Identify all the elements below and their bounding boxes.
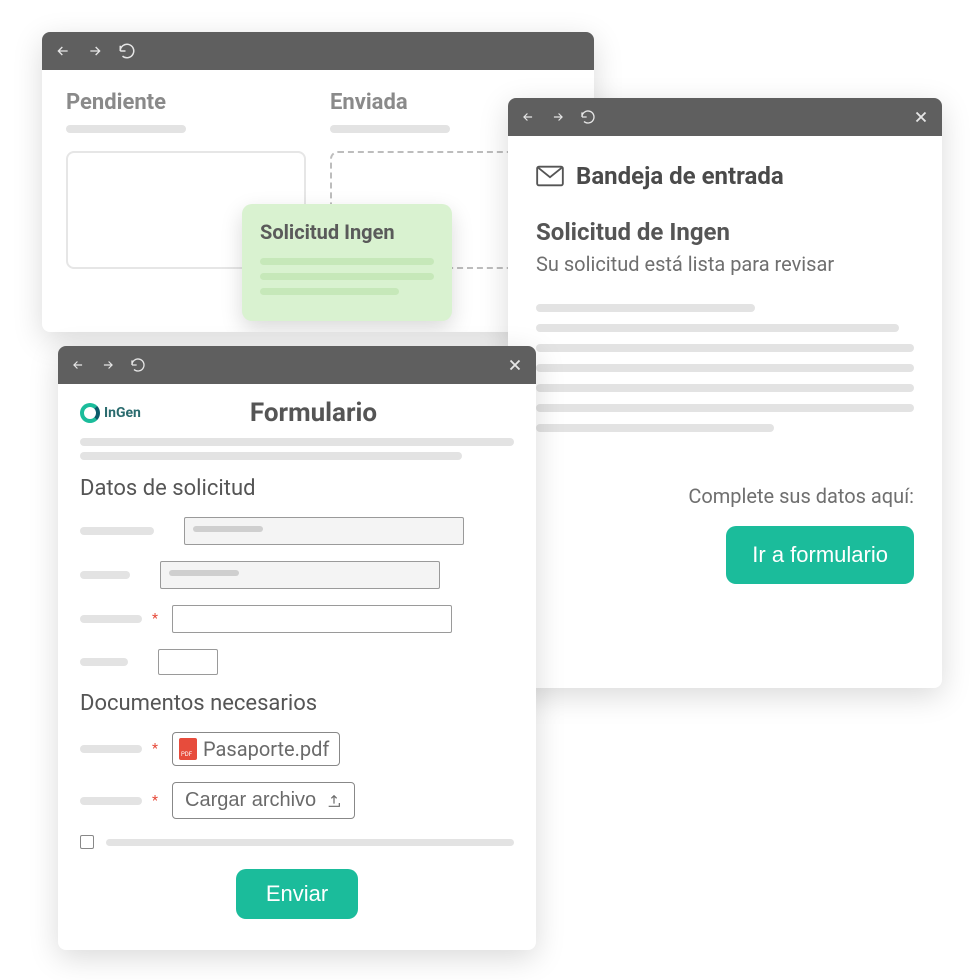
placeholder-line xyxy=(260,258,434,265)
back-icon[interactable] xyxy=(70,358,86,372)
column-title: Pendiente xyxy=(66,90,306,115)
consent-row xyxy=(80,835,514,849)
checkbox[interactable] xyxy=(80,835,94,849)
forward-icon[interactable] xyxy=(86,43,104,59)
placeholder-line xyxy=(330,125,450,133)
form-field-file: * Cargar archivo xyxy=(80,782,514,819)
form-field-file: * Pasaporte.pdf xyxy=(80,732,514,766)
placeholder-line xyxy=(80,438,514,446)
upload-button[interactable]: Cargar archivo xyxy=(172,782,355,819)
brand-logo: InGen xyxy=(80,403,141,423)
text-input[interactable] xyxy=(172,605,452,633)
upload-icon xyxy=(326,793,342,809)
section-request-data: Datos de solicitud xyxy=(80,476,514,501)
refresh-icon[interactable] xyxy=(118,42,136,60)
back-icon[interactable] xyxy=(520,110,536,124)
section-documents: Documentos necesarios xyxy=(80,691,514,716)
cta-text: Complete sus datos aquí: xyxy=(536,484,914,508)
required-marker: * xyxy=(152,741,162,757)
go-to-form-button[interactable]: Ir a formulario xyxy=(726,526,914,584)
placeholder-line xyxy=(260,273,434,280)
placeholder-line xyxy=(260,288,399,295)
placeholder-line xyxy=(106,839,514,846)
field-label-placeholder xyxy=(80,615,142,623)
mail-title: Solicitud de Ingen xyxy=(536,218,914,246)
close-icon[interactable] xyxy=(506,356,524,374)
submit-button[interactable]: Enviar xyxy=(236,869,358,919)
field-label-placeholder xyxy=(80,658,128,666)
small-input[interactable] xyxy=(158,649,218,675)
logo-icon xyxy=(80,403,100,423)
form-field xyxy=(80,649,514,675)
form-window: InGen Formulario Datos de solicitud * xyxy=(58,346,536,950)
forward-icon[interactable] xyxy=(100,358,116,372)
required-marker: * xyxy=(152,611,162,627)
refresh-icon[interactable] xyxy=(130,357,146,373)
titlebar xyxy=(508,98,942,136)
field-label-placeholder xyxy=(80,745,142,753)
close-icon[interactable] xyxy=(912,108,930,126)
form-field xyxy=(80,517,514,545)
required-marker: * xyxy=(152,793,162,809)
email-window: Bandeja de entrada Solicitud de Ingen Su… xyxy=(508,98,942,688)
field-label-placeholder xyxy=(80,527,154,535)
placeholder-line xyxy=(80,452,462,460)
mail-subtitle: Su solicitud está lista para revisar xyxy=(536,252,914,276)
text-input[interactable] xyxy=(160,561,440,589)
dragging-card[interactable]: Solicitud Ingen xyxy=(242,204,452,321)
form-title: Formulario xyxy=(153,398,514,428)
refresh-icon[interactable] xyxy=(580,109,596,125)
inbox-header: Bandeja de entrada xyxy=(536,162,914,190)
file-name: Pasaporte.pdf xyxy=(203,737,329,761)
mail-body-placeholder xyxy=(536,304,914,432)
inbox-title: Bandeja de entrada xyxy=(576,162,784,190)
field-label-placeholder xyxy=(80,797,142,805)
text-input[interactable] xyxy=(184,517,464,545)
titlebar xyxy=(42,32,594,70)
uploaded-file-chip[interactable]: Pasaporte.pdf xyxy=(172,732,340,766)
forward-icon[interactable] xyxy=(550,110,566,124)
form-field xyxy=(80,561,514,589)
card-title: Solicitud Ingen xyxy=(260,220,434,244)
placeholder-line xyxy=(66,125,186,133)
form-field: * xyxy=(80,605,514,633)
upload-label: Cargar archivo xyxy=(185,789,316,812)
brand-name: InGen xyxy=(104,405,141,421)
titlebar xyxy=(58,346,536,384)
back-icon[interactable] xyxy=(54,43,72,59)
field-label-placeholder xyxy=(80,571,130,579)
pdf-icon xyxy=(179,738,197,760)
mail-icon xyxy=(536,165,564,187)
